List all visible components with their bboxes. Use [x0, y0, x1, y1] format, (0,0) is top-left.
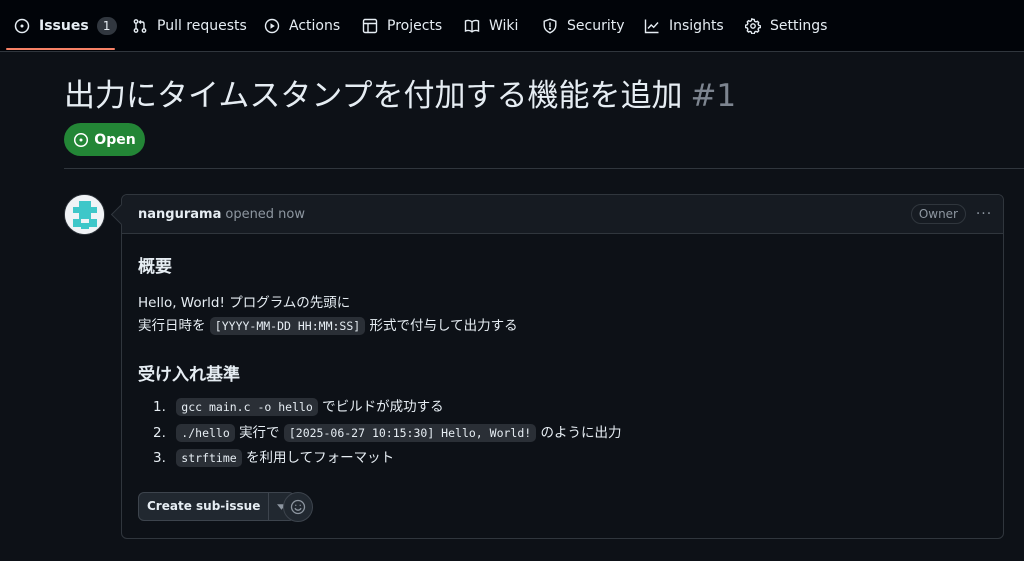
- list-item: 3. strftime を利用してフォーマット: [153, 446, 621, 472]
- identicon: [65, 195, 104, 234]
- table-icon: [362, 18, 378, 34]
- nav-tab-projects[interactable]: Projects: [362, 0, 442, 52]
- inline-code: ./hello: [176, 423, 235, 442]
- summary-text: 形式で付与して出力する: [369, 318, 518, 334]
- issue-title: 出力にタイムスタンプを付加する機能を追加 #1: [64, 74, 736, 118]
- shield-icon: [542, 18, 558, 34]
- inline-code: gcc main.c -o hello: [176, 398, 318, 416]
- summary-line-1: Hello, World! プログラムの先頭に: [138, 295, 351, 311]
- nav-tab-actions[interactable]: Actions: [264, 0, 340, 52]
- list-number: 2.: [153, 424, 166, 441]
- nav-tab-security[interactable]: Security: [542, 0, 625, 52]
- summary-paragraph: Hello, World! プログラムの先頭に 実行日時を [YYYY-MM-D…: [138, 292, 518, 338]
- list-text: 実行で: [239, 424, 280, 441]
- inline-code: [YYYY-MM-DD HH:MM:SS]: [209, 317, 366, 335]
- summary-text: 実行日時を: [138, 318, 206, 334]
- comment-header: nangurama opened now Owner ···: [122, 195, 1003, 234]
- list-text: のように出力: [540, 424, 622, 441]
- repo-nav: Issues 1 Pull requests Actions Projects …: [0, 0, 1024, 52]
- nav-tab-insights[interactable]: Insights: [644, 0, 724, 52]
- inline-code: [2025-06-27 10:15:30] Hello, World!: [283, 423, 537, 442]
- criteria-heading: 受け入れ基準: [138, 365, 240, 385]
- nav-tab-label: Actions: [289, 18, 341, 34]
- nav-tab-label: Insights: [669, 18, 724, 34]
- nav-tab-label: Pull requests: [157, 18, 247, 34]
- avatar[interactable]: [64, 194, 105, 235]
- gear-icon: [745, 18, 761, 34]
- nav-tab-pull-requests[interactable]: Pull requests: [132, 0, 247, 52]
- kebab-menu-icon[interactable]: ···: [973, 203, 995, 225]
- nav-tab-label: Settings: [770, 18, 828, 34]
- nav-tab-label: Security: [567, 18, 625, 34]
- list-item: 1. gcc main.c -o hello でビルドが成功する: [153, 395, 621, 421]
- issue-opened-icon: [73, 132, 89, 148]
- summary-heading: 概要: [138, 257, 172, 277]
- play-icon: [264, 18, 280, 34]
- issue-number: #1: [690, 78, 737, 114]
- opened-timestamp[interactable]: opened now: [225, 207, 305, 222]
- nav-tab-issues[interactable]: Issues 1: [14, 0, 117, 52]
- nav-tab-label: Issues: [39, 18, 89, 34]
- smiley-icon: [290, 499, 306, 515]
- list-number: 3.: [153, 450, 166, 466]
- issue-state-badge: Open: [64, 123, 145, 156]
- add-reaction-button[interactable]: [283, 492, 313, 522]
- list-text: を利用してフォーマット: [245, 450, 395, 466]
- create-subissue-group: Create sub-issue: [138, 492, 296, 521]
- selected-tab-underline: [6, 48, 115, 50]
- list-text: でビルドが成功する: [322, 399, 444, 415]
- issue-title-text: 出力にタイムスタンプを付加する機能を追加: [64, 78, 683, 114]
- criteria-list: 1. gcc main.c -o hello でビルドが成功する 2. ./he…: [153, 395, 621, 472]
- issue-opened-icon: [14, 18, 30, 34]
- nav-tab-label: Projects: [387, 18, 443, 34]
- create-subissue-button[interactable]: Create sub-issue: [139, 493, 268, 520]
- git-pull-request-icon: [132, 18, 148, 34]
- summary-line-2: 実行日時を [YYYY-MM-DD HH:MM:SS] 形式で付与して出力する: [138, 315, 518, 338]
- issue-comment: nangurama opened now Owner ··· 概要 Hello,…: [121, 194, 1004, 539]
- nav-tab-settings[interactable]: Settings: [745, 0, 827, 52]
- owner-badge: Owner: [910, 204, 966, 224]
- inline-code: strftime: [176, 449, 242, 467]
- nav-tab-label: Wiki: [489, 18, 519, 34]
- nav-tab-wiki[interactable]: Wiki: [464, 0, 518, 52]
- list-number: 1.: [153, 399, 166, 415]
- issues-counter: 1: [96, 17, 117, 35]
- graph-icon: [644, 18, 660, 34]
- header-divider: [64, 168, 1024, 169]
- issue-state-label: Open: [94, 131, 136, 148]
- list-item: 2. ./hello 実行で [2025-06-27 10:15:30] Hel…: [153, 421, 621, 447]
- author-link[interactable]: nangurama: [138, 207, 221, 222]
- book-icon: [464, 18, 480, 34]
